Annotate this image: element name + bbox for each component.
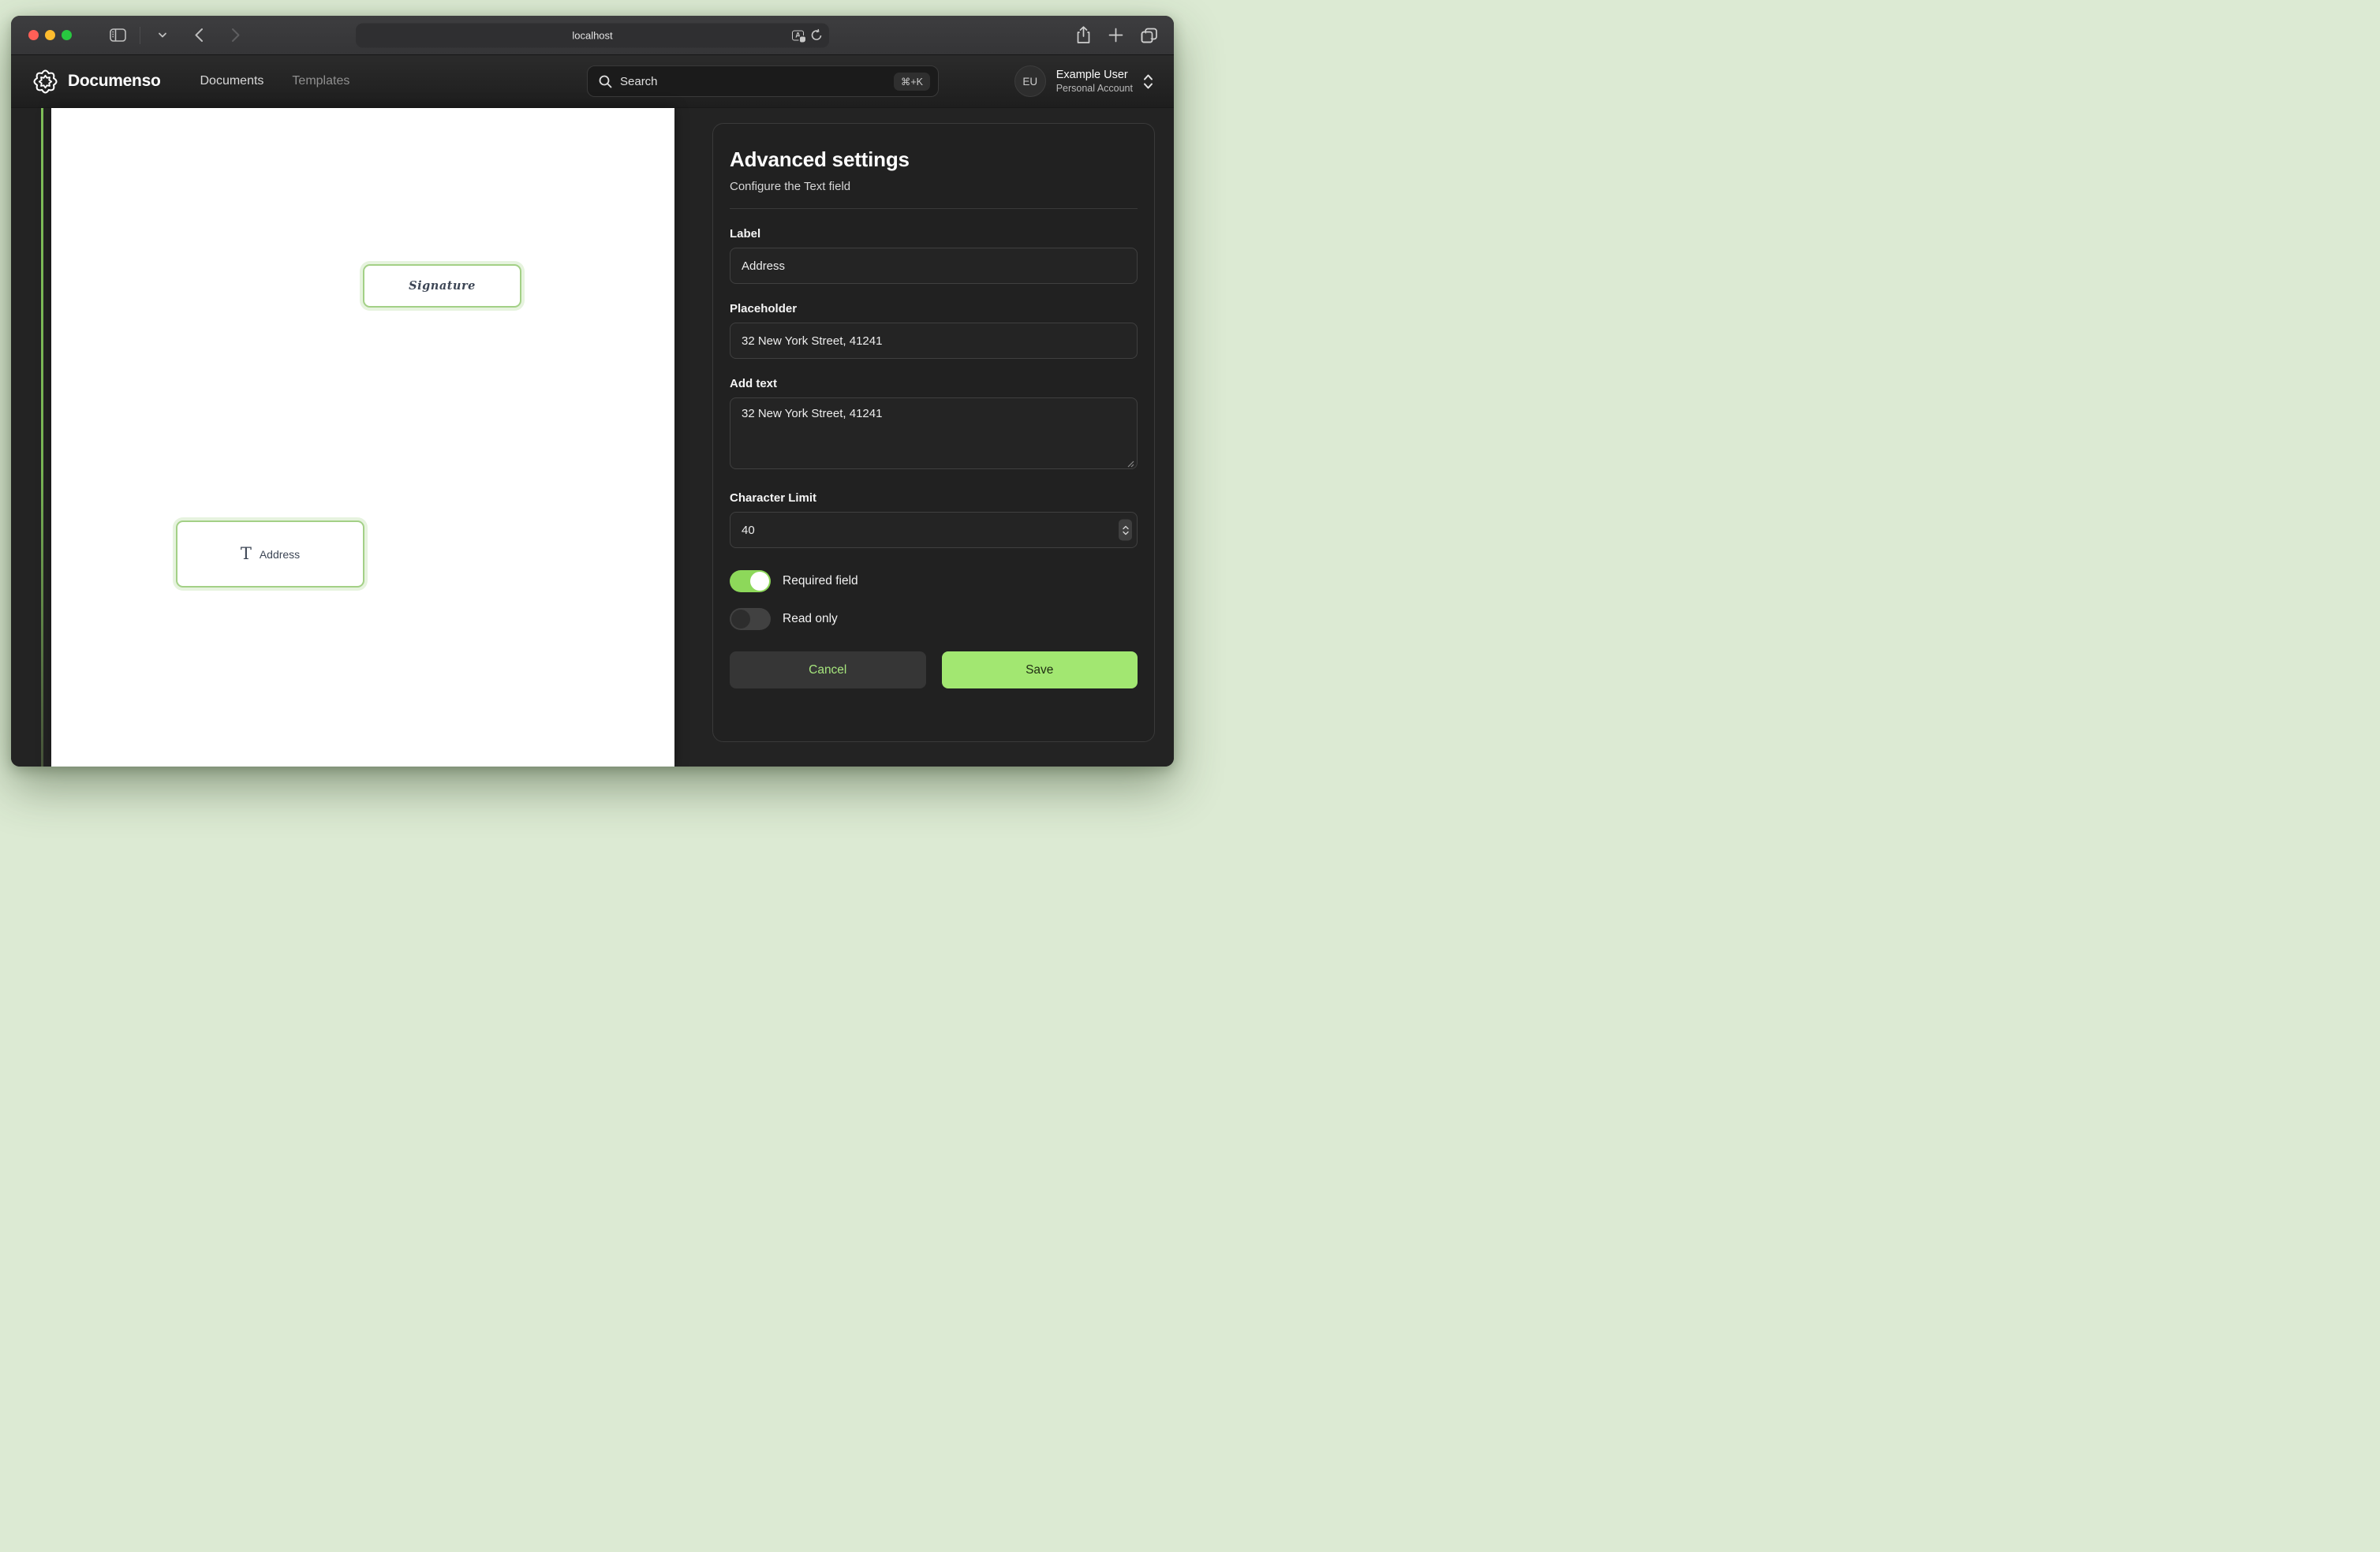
address-text-field[interactable]: T Address	[176, 520, 364, 588]
signature-field[interactable]: Signature	[363, 264, 521, 308]
chevrons-up-down-icon	[1143, 74, 1153, 89]
add-text-textarea[interactable]: 32 New York Street, 41241	[730, 397, 1138, 469]
required-field-toggle[interactable]	[730, 570, 771, 592]
avatar: EU	[1014, 65, 1046, 97]
save-button[interactable]: Save	[942, 651, 1138, 688]
panel-subtitle: Configure the Text field	[730, 180, 1138, 193]
search-bar[interactable]: ⌘+K	[587, 65, 939, 97]
advanced-settings-panel: Advanced settings Configure the Text fie…	[712, 123, 1155, 742]
add-text-field-label: Add text	[730, 377, 1138, 390]
address-bar[interactable]: localhost A	[356, 23, 829, 47]
user-account-type: Personal Account	[1056, 83, 1133, 94]
browser-toolbar: localhost A	[11, 16, 1174, 55]
number-stepper[interactable]	[1119, 520, 1132, 541]
label-input[interactable]	[730, 248, 1138, 284]
address-bar-url: localhost	[572, 29, 612, 41]
panel-divider	[730, 208, 1138, 209]
textarea-resize-handle[interactable]	[1126, 460, 1134, 468]
new-tab-icon[interactable]	[1108, 28, 1123, 43]
user-name: Example User	[1056, 69, 1133, 81]
browser-window: localhost A	[11, 16, 1174, 767]
required-field-row: Required field	[730, 570, 1138, 592]
search-shortcut-badge: ⌘+K	[894, 73, 930, 91]
character-limit-field-label: Character Limit	[730, 491, 1138, 505]
brand-logo[interactable]: Documenso	[32, 69, 161, 95]
document-page: Signature T Address	[51, 108, 674, 767]
zoom-window-button[interactable]	[62, 30, 72, 40]
stepper-up-icon[interactable]	[1123, 525, 1129, 529]
read-only-toggle[interactable]	[730, 608, 771, 630]
read-only-row: Read only	[730, 608, 1138, 630]
nav-link-documents[interactable]: Documents	[200, 74, 264, 88]
translate-icon[interactable]: A	[792, 30, 804, 40]
stepper-down-icon[interactable]	[1123, 531, 1129, 535]
toggle-knob	[731, 610, 750, 629]
brand-name: Documenso	[68, 72, 161, 91]
documenso-seal-icon	[32, 69, 58, 95]
signature-field-label: Signature	[409, 279, 476, 293]
required-field-label: Required field	[783, 574, 858, 588]
close-window-button[interactable]	[28, 30, 39, 40]
nav-link-templates[interactable]: Templates	[292, 74, 349, 88]
character-limit-input[interactable]	[730, 512, 1138, 548]
placeholder-field-label: Placeholder	[730, 302, 1138, 315]
back-button-icon[interactable]	[188, 24, 210, 47]
panel-title: Advanced settings	[730, 147, 1138, 172]
minimize-window-button[interactable]	[45, 30, 55, 40]
sidebar-toggle-icon[interactable]	[106, 24, 129, 47]
tab-overview-icon[interactable]	[1141, 28, 1158, 43]
reload-icon[interactable]	[811, 29, 822, 42]
text-field-type-icon: T	[241, 546, 252, 562]
search-icon	[599, 75, 612, 88]
search-input[interactable]	[620, 75, 894, 88]
document-accent-line	[41, 108, 43, 767]
cancel-button[interactable]: Cancel	[730, 651, 926, 688]
read-only-label: Read only	[783, 612, 838, 626]
placeholder-input[interactable]	[730, 323, 1138, 359]
label-field-label: Label	[730, 227, 1138, 241]
address-field-label: Address	[260, 548, 300, 561]
share-icon[interactable]	[1076, 26, 1091, 44]
window-controls	[28, 30, 72, 40]
user-menu[interactable]: EU Example User Personal Account	[1014, 65, 1153, 97]
sidebar-chevron-down-icon[interactable]	[151, 24, 174, 47]
app-navbar: Documenso Documents Templates ⌘+K EU Exa…	[11, 55, 1174, 108]
main-content: Signature T Address Advanced settings Co…	[11, 108, 1174, 767]
toggle-knob	[750, 572, 769, 591]
forward-button-icon[interactable]	[225, 24, 247, 47]
